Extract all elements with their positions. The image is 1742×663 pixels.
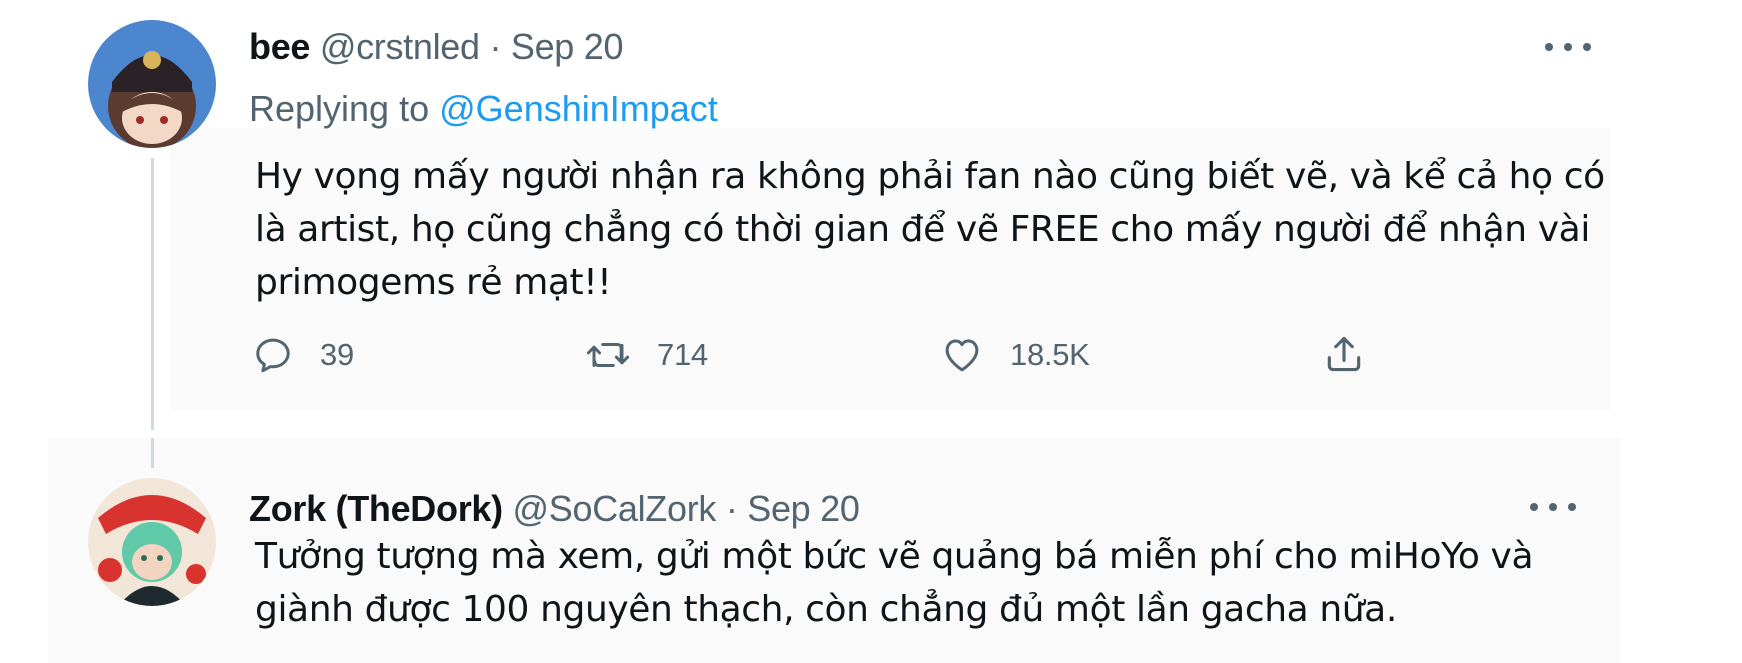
reply-header: Zork (TheDork) @SoCalZork · Sep 20	[249, 488, 860, 530]
avatar-image	[88, 20, 216, 148]
reply-text: Tưởng tượng mà xem, gửi một bức vẽ quảng…	[255, 536, 1534, 630]
replying-to-mention[interactable]: @GenshinImpact	[439, 88, 718, 129]
more-icon	[1545, 43, 1553, 51]
reply-user-handle[interactable]: @SoCalZork	[513, 488, 717, 529]
more-icon-dot	[1564, 43, 1572, 51]
like-count: 18.5K	[1010, 337, 1090, 372]
display-name[interactable]: bee	[249, 26, 310, 67]
like-icon	[945, 339, 979, 372]
reply-avatar-image	[88, 478, 216, 606]
reply-display-name[interactable]: Zork (TheDork)	[249, 488, 503, 529]
reply-count: 39	[320, 337, 354, 372]
like-button[interactable]: 18.5K	[940, 334, 1090, 376]
tweet-date[interactable]: Sep 20	[511, 26, 624, 67]
more-icon-dot	[1583, 43, 1591, 51]
reply-icon	[256, 338, 290, 373]
share-button[interactable]	[1322, 332, 1366, 376]
tweet-header: bee @crstnled · Sep 20	[249, 26, 623, 68]
replying-to-label: Replying to	[249, 88, 430, 129]
reply-button[interactable]: 39	[252, 334, 354, 376]
reply-avatar[interactable]	[88, 478, 216, 606]
avatar[interactable]	[88, 20, 216, 148]
more-icon-dot	[1549, 503, 1557, 511]
retweet-count: 714	[657, 337, 708, 372]
reply-separator-dot: ·	[725, 488, 738, 529]
reply-more-options-button[interactable]	[1530, 497, 1576, 517]
tweet-thread: bee @crstnled · Sep 20 Replying to @Gens…	[0, 0, 1742, 663]
share-icon	[1327, 336, 1361, 372]
more-options-button[interactable]	[1545, 37, 1591, 57]
more-icon-dot	[1568, 503, 1576, 511]
replying-to-line: Replying to @GenshinImpact	[249, 88, 718, 130]
retweet-icon	[586, 343, 630, 367]
retweet-button[interactable]: 714	[585, 334, 708, 376]
user-handle[interactable]: @crstnled	[320, 26, 480, 67]
reply-date[interactable]: Sep 20	[747, 488, 860, 529]
more-icon	[1530, 503, 1538, 511]
tweet-text: Hy vọng mấy người nhận ra không phải fan…	[255, 156, 1605, 303]
thread-connector-stub	[151, 438, 154, 468]
separator-dot: ·	[489, 26, 502, 67]
thread-connector-line	[151, 158, 154, 430]
